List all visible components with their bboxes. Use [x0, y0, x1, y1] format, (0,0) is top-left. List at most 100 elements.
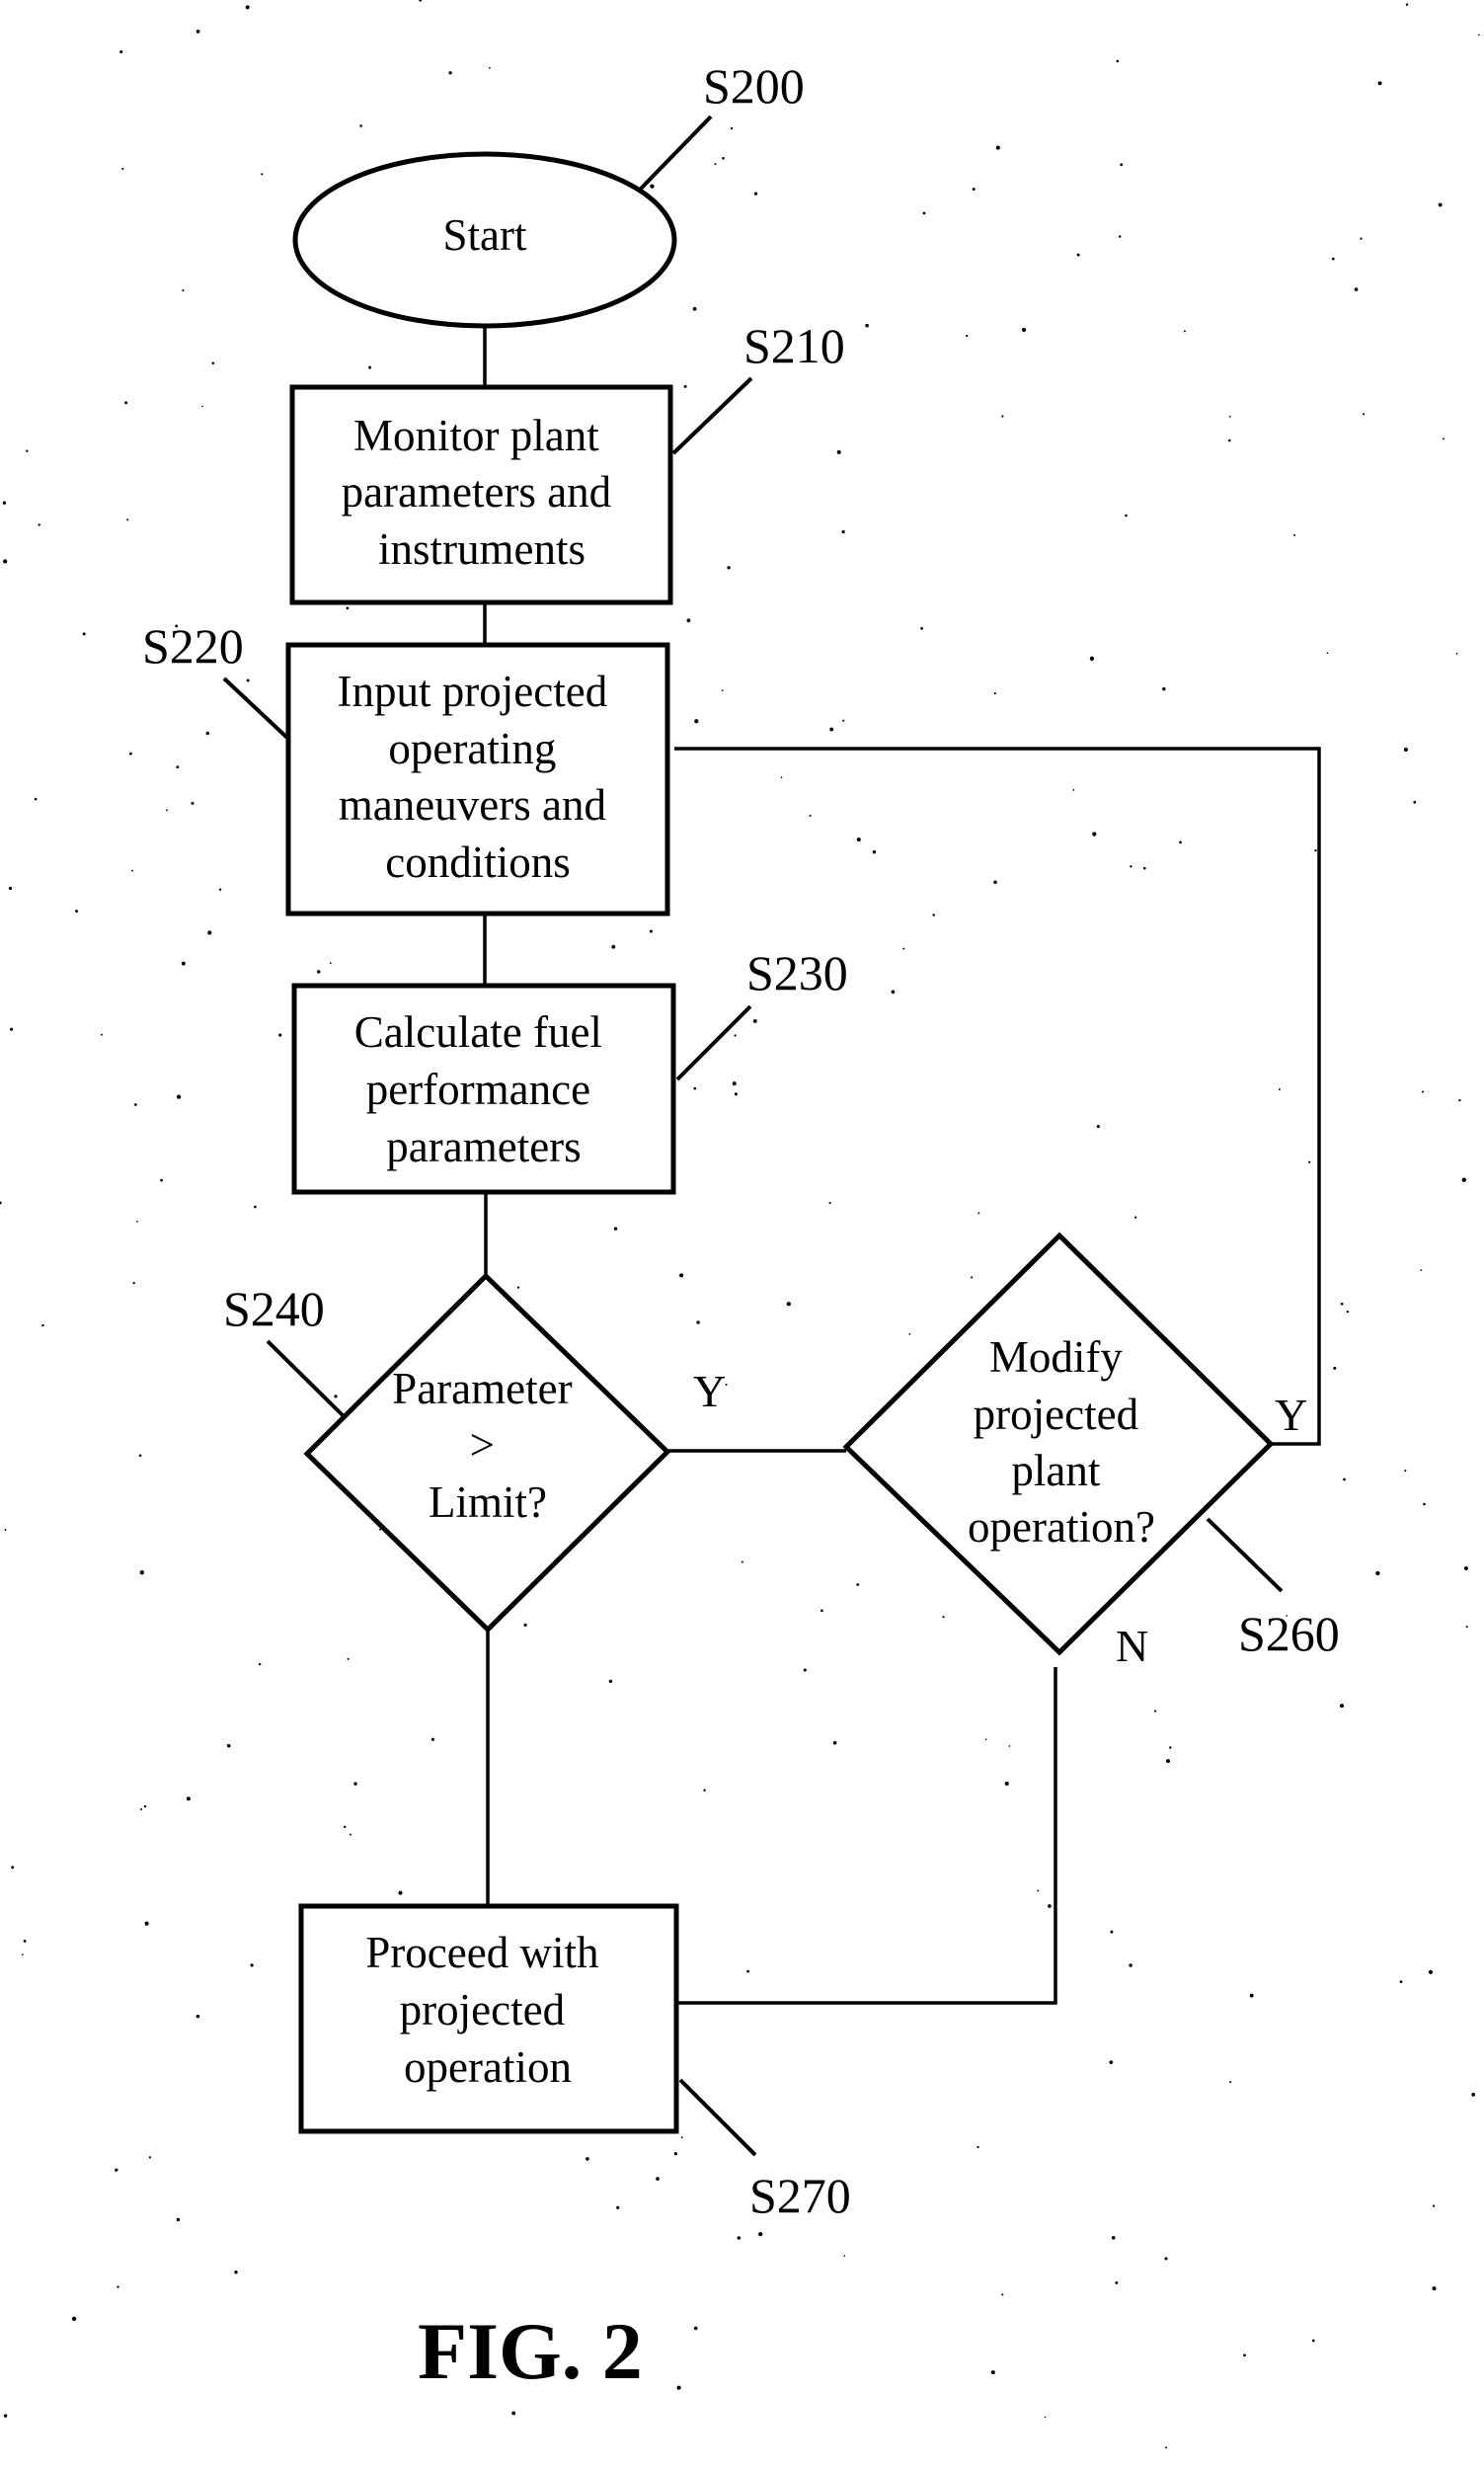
noise-speck	[347, 1657, 350, 1660]
noise-speck	[727, 566, 731, 570]
noise-speck	[734, 1034, 737, 1037]
noise-speck	[942, 1616, 945, 1619]
noise-speck	[730, 126, 734, 130]
noise-speck	[1399, 1980, 1403, 1983]
noise-speck	[908, 1333, 911, 1335]
noise-speck	[966, 334, 969, 338]
noise-speck	[353, 1782, 357, 1786]
noise-speck	[1455, 652, 1458, 655]
noise-speck	[971, 1276, 974, 1279]
noise-speck	[1423, 1502, 1426, 1506]
noise-speck	[1428, 1969, 1434, 1974]
noise-speck	[516, 1286, 520, 1289]
noise-speck	[234, 2271, 238, 2274]
noise-speck	[511, 2411, 516, 2416]
noise-speck	[329, 962, 332, 964]
noise-speck	[1008, 1745, 1011, 1747]
noise-speck	[993, 692, 996, 695]
node-s230-line: parameters	[386, 1122, 581, 1171]
noise-speck	[41, 1323, 44, 1327]
noise-speck	[1228, 415, 1231, 418]
ref-s260: S260	[1206, 1517, 1340, 1661]
noise-speck	[856, 838, 861, 842]
leader-line-s270	[678, 2078, 757, 2157]
noise-speck	[38, 523, 40, 526]
noise-speck	[350, 1833, 351, 1836]
noise-speck	[786, 1302, 791, 1307]
noise-speck	[656, 2177, 660, 2181]
noise-speck	[138, 1454, 142, 1458]
ref-s200: S200	[638, 58, 805, 192]
noise-speck	[1249, 1993, 1254, 1998]
noise-speck	[1331, 257, 1335, 261]
noise-speck	[780, 776, 783, 779]
noise-speck	[176, 2217, 181, 2222]
leader-line-s240	[266, 1339, 345, 1417]
noise-speck	[1229, 2081, 1232, 2084]
noise-speck	[1339, 1704, 1345, 1709]
flowchart: Start Monitor plant parameters and instr…	[0, 0, 1480, 2449]
noise-speck	[995, 145, 1000, 150]
noise-speck	[737, 2236, 742, 2240]
noise-speck	[1072, 789, 1075, 791]
noise-speck	[984, 1738, 987, 1741]
noise-speck	[1115, 2280, 1119, 2284]
noise-speck	[977, 1212, 980, 1215]
branch-label-s260-yes: Y	[1275, 1390, 1307, 1440]
node-s210-monitor: Monitor plant parameters and instruments	[289, 384, 673, 605]
noise-speck	[1432, 2286, 1437, 2291]
noise-speck	[1134, 1216, 1137, 1219]
noise-speck	[608, 1679, 613, 1684]
noise-speck	[829, 727, 834, 732]
leader-line-s260	[1206, 1517, 1284, 1593]
noise-speck	[1096, 1125, 1100, 1129]
node-s260-decision: Modify projected plant operation?	[842, 1232, 1275, 1656]
noise-speck	[856, 1583, 860, 1586]
noise-speck	[139, 1807, 143, 1811]
leader-line-s200	[638, 115, 713, 192]
noise-speck	[1442, 438, 1445, 440]
noise-speck	[753, 192, 758, 196]
noise-speck	[1118, 235, 1122, 238]
noise-speck	[34, 797, 38, 801]
noise-speck	[694, 719, 699, 724]
noise-speck	[1278, 1088, 1281, 1091]
noise-speck	[176, 1094, 182, 1099]
noise-speck	[205, 731, 209, 736]
noise-speck	[1478, 34, 1480, 37]
noise-speck	[254, 1205, 257, 1209]
noise-speck	[1333, 1366, 1337, 1370]
ref-s270: S270	[678, 2078, 851, 2223]
step-label-s200: S200	[703, 58, 805, 114]
noise-speck	[1404, 1470, 1407, 1473]
noise-speck	[201, 405, 203, 408]
noise-speck	[1438, 202, 1443, 207]
node-s220-line: operating	[388, 724, 556, 773]
noise-speck	[121, 167, 124, 170]
node-s220-line: conditions	[385, 838, 571, 887]
noise-speck	[680, 2136, 683, 2139]
node-s240-decision: Parameter > Limit?	[303, 1272, 671, 1634]
branch-label-s240-yes: Y	[693, 1366, 726, 1416]
noise-speck	[359, 124, 362, 127]
leader-line-s220	[222, 677, 290, 741]
noise-speck	[489, 66, 491, 69]
noise-speck	[1458, 1098, 1461, 1102]
node-s260-line: plant	[1011, 1446, 1100, 1495]
noise-speck	[334, 1395, 338, 1398]
noise-speck	[82, 632, 86, 636]
noise-speck	[1092, 832, 1097, 837]
noise-speck	[160, 1178, 163, 1182]
noise-speck	[679, 1273, 684, 1278]
noise-speck	[865, 323, 869, 328]
noise-speck	[683, 384, 687, 388]
noise-speck	[128, 752, 132, 756]
node-s270-line: Proceed with	[365, 1928, 598, 1977]
noise-speck	[1326, 652, 1329, 655]
noise-speck	[10, 1027, 14, 1031]
noise-speck	[0, 1201, 2, 1205]
noise-speck	[211, 361, 215, 364]
noise-speck	[1183, 330, 1186, 333]
step-label-s220: S220	[142, 618, 244, 674]
noise-speck	[1004, 1781, 1009, 1786]
